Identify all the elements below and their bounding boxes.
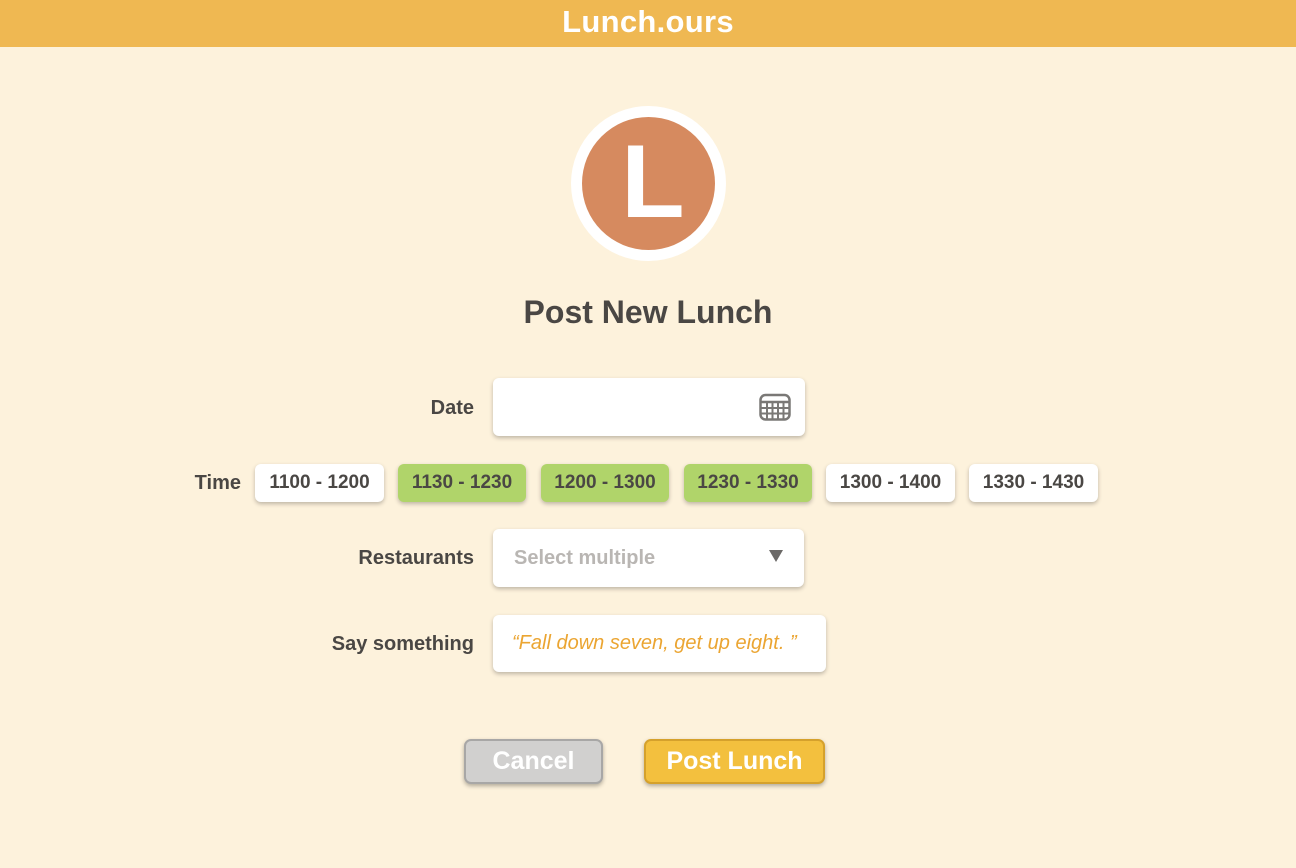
- time-label: Time: [194, 472, 241, 494]
- app-title: Lunch.ours: [562, 4, 734, 39]
- say-something-label: Say something: [331, 633, 474, 655]
- cancel-button[interactable]: Cancel: [464, 739, 603, 784]
- caret-down-icon[interactable]: [769, 550, 783, 562]
- restaurants-label: Restaurants: [358, 547, 474, 569]
- say-something-text: “Fall down seven, get up eight. ”: [512, 632, 797, 654]
- logo-disc: L: [582, 117, 715, 250]
- post-lunch-button[interactable]: Post Lunch: [644, 739, 825, 784]
- time-slot-1100-1200[interactable]: 1100 - 1200: [255, 464, 384, 502]
- time-slot-1300-1400[interactable]: 1300 - 1400: [826, 464, 955, 502]
- page-title: Post New Lunch: [523, 294, 773, 330]
- date-field[interactable]: [493, 378, 805, 436]
- time-slot-1200-1300[interactable]: 1200 - 1300: [541, 464, 669, 502]
- app-logo: L: [571, 106, 726, 261]
- restaurants-placeholder: Select multiple: [514, 547, 656, 569]
- logo-letter: L: [621, 123, 685, 240]
- calendar-icon[interactable]: [759, 393, 791, 421]
- say-something-input[interactable]: “Fall down seven, get up eight. ”: [493, 615, 826, 672]
- restaurants-select[interactable]: Select multiple: [493, 529, 804, 587]
- time-slot-1130-1230[interactable]: 1130 - 1230: [398, 464, 526, 502]
- app-header: Lunch.ours: [0, 0, 1296, 47]
- time-slot-1330-1430[interactable]: 1330 - 1430: [969, 464, 1098, 502]
- date-label: Date: [430, 397, 474, 419]
- time-slot-1230-1330[interactable]: 1230 - 1330: [684, 464, 812, 502]
